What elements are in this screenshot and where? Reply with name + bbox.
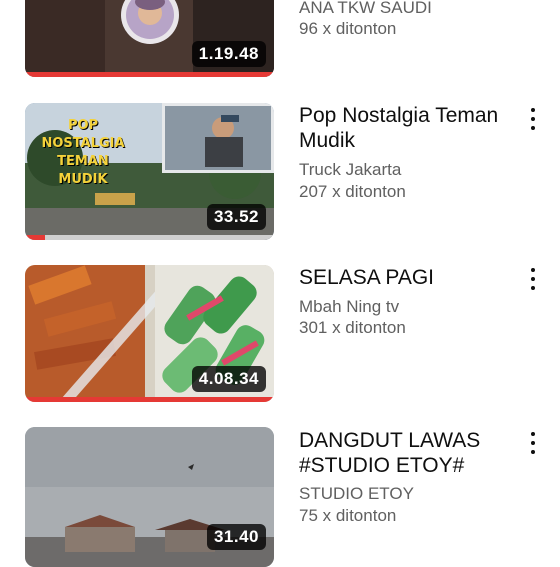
more-vert-icon[interactable] [526, 432, 540, 454]
video-thumbnail[interactable]: 31.40 [25, 427, 274, 567]
video-duration: 1.19.48 [191, 41, 266, 67]
view-count: 301 x ditonton [299, 318, 406, 337]
video-title[interactable]: SELASA PAGI [299, 265, 519, 290]
video-duration: 33.52 [206, 204, 266, 230]
progress-track [25, 235, 274, 240]
video-title[interactable]: Pop Nostalgia Teman Mudik [299, 103, 519, 153]
watch-progress-bar [25, 72, 274, 77]
view-count: 75 x ditonton [299, 506, 397, 525]
watch-progress-bar [25, 397, 274, 402]
video-item-1[interactable]: 1.19.48 ANA TKW SAUDI 96 x ditonton [0, 0, 560, 80]
more-vert-icon[interactable] [526, 108, 540, 130]
view-count: 96 x ditonton [299, 19, 397, 38]
channel-name[interactable]: Truck Jakarta [299, 160, 401, 180]
video-title[interactable]: DANGDUT LAWAS #STUDIO ETOY# [299, 428, 519, 478]
video-item-4[interactable]: 31.40 DANGDUT LAWAS #STUDIO ETOY# STUDIO… [0, 427, 560, 567]
video-thumbnail[interactable]: POP NOSTALGIA TEMAN MUDIK 33.52 [25, 103, 274, 240]
channel-name[interactable]: STUDIO ETOY [299, 484, 414, 504]
video-thumbnail[interactable]: 1.19.48 [25, 0, 274, 77]
channel-name[interactable]: Mbah Ning tv [299, 297, 399, 317]
watch-progress-bar [25, 235, 45, 240]
video-item-2[interactable]: POP NOSTALGIA TEMAN MUDIK 33.52 Pop Nost… [0, 103, 560, 243]
video-duration: 4.08.34 [191, 366, 266, 392]
channel-name[interactable]: ANA TKW SAUDI [299, 0, 432, 18]
view-count: 207 x ditonton [299, 182, 406, 201]
video-item-3[interactable]: 4.08.34 SELASA PAGI Mbah Ning tv 301 x d… [0, 265, 560, 405]
more-vert-icon[interactable] [526, 268, 540, 290]
video-thumbnail[interactable]: 4.08.34 [25, 265, 274, 402]
video-duration: 31.40 [206, 524, 266, 550]
thumbnail-overlay-text: POP NOSTALGIA TEMAN MUDIK [41, 118, 125, 187]
